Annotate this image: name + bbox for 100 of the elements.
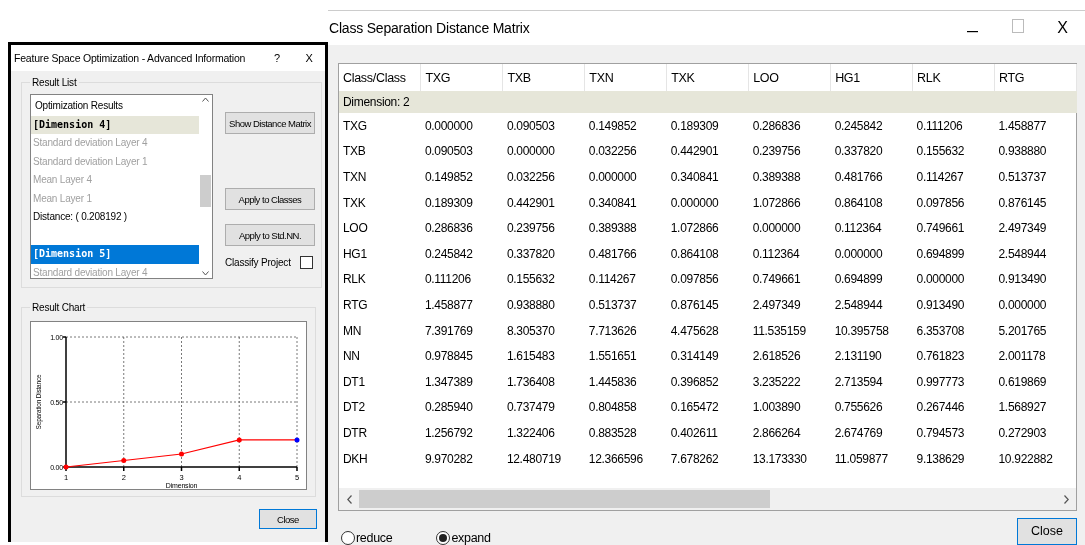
table-cell-text: 0.755626 xyxy=(833,399,884,417)
table-cell-text: 0.286836 xyxy=(423,220,474,238)
table-cell-text: 10.395758 xyxy=(833,322,890,340)
result-list[interactable]: Optimization Results [Dimension 4] Standard deviation Layer 4 Standard deviation Layer 1 Mean Layer 4 Mean Layer 1 Distance: ( 0.208192 ) [Dimension 5] Standard deviation Layer 4 xyxy=(30,94,213,279)
radio-label: expand xyxy=(451,531,491,545)
table-cell-text: 1.072866 xyxy=(669,220,720,238)
table-cell-text: 0.000000 xyxy=(833,245,884,263)
list-item[interactable]: [Dimension 5] xyxy=(31,245,199,264)
table-cell-text: 0.337820 xyxy=(505,245,556,263)
table-cell-text: 0.239756 xyxy=(505,220,556,238)
table-cell: 0.090503 xyxy=(502,113,585,139)
table-cell-text: 0.978845 xyxy=(423,348,474,366)
table-cell-text: 0.285940 xyxy=(423,399,474,417)
table-cell-text: 7.713626 xyxy=(587,322,638,340)
table-cell-text: 0.749661 xyxy=(751,271,802,289)
scrollbar-thumb[interactable] xyxy=(200,175,211,207)
table-cell-text: 0.997773 xyxy=(915,373,966,391)
table-cell-text: 5.201765 xyxy=(997,322,1048,340)
list-item[interactable]: Distance: ( 0.208192 ) xyxy=(31,208,199,227)
scroll-down-icon[interactable] xyxy=(202,271,209,276)
radio-button[interactable] xyxy=(436,531,451,545)
table-cell-text: 0.032256 xyxy=(505,169,556,186)
table-cell-text: 12.480719 xyxy=(505,450,562,468)
table-cell-text: 0.913490 xyxy=(915,296,966,314)
table-cell: 0.189309 xyxy=(666,113,749,139)
row-header: TXB xyxy=(342,143,367,161)
minimize-icon[interactable] xyxy=(967,31,978,33)
table-cell-text: 12.366596 xyxy=(587,450,644,468)
table-cell-text: 0.442901 xyxy=(669,143,720,161)
apply-nn-button[interactable]: Apply to Std.NN. xyxy=(225,224,315,246)
row-header: RTG xyxy=(342,296,369,314)
table-cell-text: 0.913490 xyxy=(997,271,1048,289)
table-cell-text: 0.000000 xyxy=(915,271,966,289)
list-item[interactable]: [Dimension 4] xyxy=(31,115,199,134)
table-cell-text: 7.678262 xyxy=(669,450,720,468)
table-cell-text: 2.548944 xyxy=(833,296,884,314)
table-cell-text: 0.481766 xyxy=(833,169,884,186)
table-cell-text: 0.165472 xyxy=(669,399,720,417)
window-title: Class Separation Distance Matrix xyxy=(329,20,531,36)
table-cell-text: 0.189309 xyxy=(423,194,474,212)
table-cell-text: 0.513737 xyxy=(997,169,1048,186)
table-cell-text: 11.535159 xyxy=(751,322,807,340)
table-cell-text: 0.442901 xyxy=(505,194,556,212)
table-cell-text: 0.694899 xyxy=(833,271,884,289)
horizontal-scrollbar[interactable] xyxy=(339,488,1076,510)
close-button[interactable]: X xyxy=(293,52,325,64)
table-cell-text: 0.761823 xyxy=(915,348,966,366)
show-matrix-button[interactable]: Show Distance Matrix xyxy=(225,112,315,134)
group-label: Result Chart xyxy=(31,302,87,313)
table-cell-text: 1.551651 xyxy=(587,348,638,366)
window-title: Feature Space Optimization - Advanced Information xyxy=(14,52,247,64)
table-cell-text: 1.568927 xyxy=(997,399,1048,417)
help-button[interactable]: ? xyxy=(261,52,293,64)
list-item[interactable]: Optimization Results xyxy=(31,97,199,116)
table-cell-text: 11.059877 xyxy=(833,450,889,468)
table-cell-text: 0.864108 xyxy=(833,194,884,212)
table-cell-text: 0.694899 xyxy=(915,245,966,263)
table-cell-text: 0.245842 xyxy=(423,245,474,263)
row-header: TXK xyxy=(342,194,367,212)
radio-button[interactable] xyxy=(341,531,355,545)
row-header: TXG xyxy=(339,113,421,139)
scroll-right-icon[interactable] xyxy=(1063,494,1069,504)
close-button[interactable]: Close xyxy=(259,509,317,529)
table-cell-text: 0.876145 xyxy=(997,194,1048,212)
table-cell: 0.000000 xyxy=(420,113,503,139)
table-cell-text: 0.097856 xyxy=(669,271,720,289)
table-cell-text: 2.866264 xyxy=(751,424,802,442)
scroll-left-icon[interactable] xyxy=(346,494,352,504)
table-cell-text: 0.876145 xyxy=(669,296,720,314)
table-cell-text: 4.475628 xyxy=(669,322,720,340)
table-cell-text: 0.938880 xyxy=(505,296,556,314)
table-cell: 1.458877 xyxy=(994,113,1077,139)
table-cell-text: 0.111206 xyxy=(423,271,472,289)
table-cell-text: 0.402611 xyxy=(669,424,719,442)
table-cell-text: 1.072866 xyxy=(751,194,802,212)
table-cell-text: 0.938880 xyxy=(997,143,1048,161)
table-cell-text: 3.235222 xyxy=(751,373,802,391)
table-cell-text: 0.337820 xyxy=(833,143,884,161)
table-cell-text: 1.347389 xyxy=(423,373,474,391)
row-header: DT1 xyxy=(342,373,366,391)
apply-classes-button[interactable]: Apply to Classes xyxy=(225,188,315,210)
group-label: Result List xyxy=(31,77,78,88)
table-cell-text: 0.000000 xyxy=(505,143,556,161)
table-cell-text: 0.340841 xyxy=(669,169,720,186)
row-header: DT2 xyxy=(342,399,366,417)
table-cell-text: 0.340841 xyxy=(587,194,638,212)
checkbox[interactable] xyxy=(300,256,313,269)
scrollbar-thumb[interactable] xyxy=(359,490,771,508)
table-cell-text: 9.970282 xyxy=(423,450,474,468)
close-button[interactable]: Close xyxy=(1017,517,1077,545)
table-cell: 0.149852 xyxy=(584,113,667,139)
table-cell-text: 0.272903 xyxy=(997,424,1048,442)
table-cell-text: 9.138629 xyxy=(915,450,966,468)
close-button[interactable]: X xyxy=(1040,19,1085,37)
scroll-up-icon[interactable] xyxy=(202,97,209,102)
table-cell-text: 0.804858 xyxy=(587,399,638,417)
row-header: LOO xyxy=(342,220,369,238)
table-cell-text: 6.353708 xyxy=(915,322,966,340)
table-cell-text: 0.864108 xyxy=(669,245,720,263)
table-cell-text: 7.391769 xyxy=(423,322,474,340)
